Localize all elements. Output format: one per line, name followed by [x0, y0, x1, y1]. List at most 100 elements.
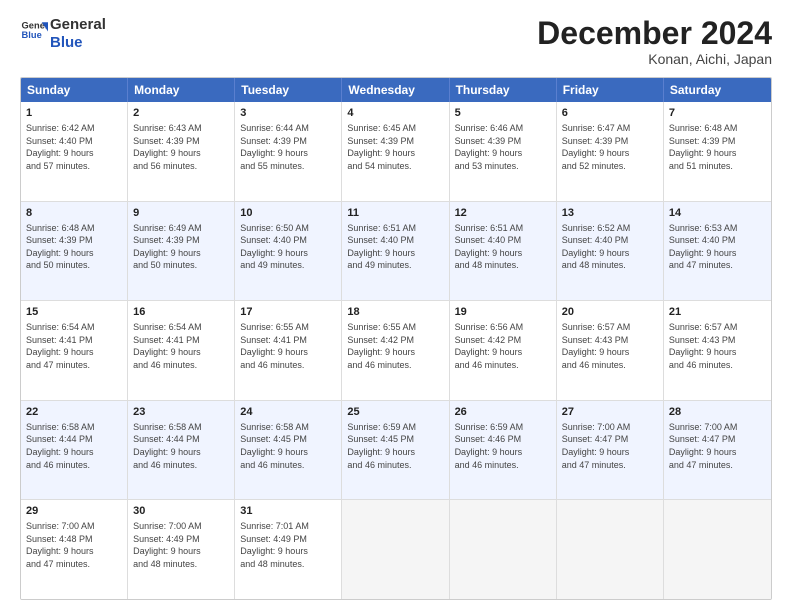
weekday-header: Tuesday: [235, 78, 342, 102]
day-info: Sunrise: 6:58 AM Sunset: 4:45 PM Dayligh…: [240, 421, 336, 471]
calendar-week-row: 8Sunrise: 6:48 AM Sunset: 4:39 PM Daylig…: [21, 201, 771, 301]
day-number: 3: [240, 106, 336, 121]
calendar-cell: 23Sunrise: 6:58 AM Sunset: 4:44 PM Dayli…: [128, 401, 235, 500]
calendar-cell: 20Sunrise: 6:57 AM Sunset: 4:43 PM Dayli…: [557, 301, 664, 400]
calendar-week-row: 22Sunrise: 6:58 AM Sunset: 4:44 PM Dayli…: [21, 400, 771, 500]
day-info: Sunrise: 7:00 AM Sunset: 4:47 PM Dayligh…: [669, 421, 766, 471]
day-number: 12: [455, 206, 551, 221]
calendar-cell: 16Sunrise: 6:54 AM Sunset: 4:41 PM Dayli…: [128, 301, 235, 400]
day-info: Sunrise: 6:48 AM Sunset: 4:39 PM Dayligh…: [669, 122, 766, 172]
weekday-header: Monday: [128, 78, 235, 102]
calendar-cell: 25Sunrise: 6:59 AM Sunset: 4:45 PM Dayli…: [342, 401, 449, 500]
day-number: 25: [347, 405, 443, 420]
day-number: 31: [240, 504, 336, 519]
calendar-title: December 2024: [537, 16, 772, 51]
calendar-cell: 8Sunrise: 6:48 AM Sunset: 4:39 PM Daylig…: [21, 202, 128, 301]
calendar-cell: 10Sunrise: 6:50 AM Sunset: 4:40 PM Dayli…: [235, 202, 342, 301]
day-info: Sunrise: 6:59 AM Sunset: 4:46 PM Dayligh…: [455, 421, 551, 471]
day-info: Sunrise: 6:42 AM Sunset: 4:40 PM Dayligh…: [26, 122, 122, 172]
calendar-cell: 24Sunrise: 6:58 AM Sunset: 4:45 PM Dayli…: [235, 401, 342, 500]
day-number: 1: [26, 106, 122, 121]
calendar-week-row: 29Sunrise: 7:00 AM Sunset: 4:48 PM Dayli…: [21, 499, 771, 599]
calendar-cell: 27Sunrise: 7:00 AM Sunset: 4:47 PM Dayli…: [557, 401, 664, 500]
logo-line2: Blue: [50, 34, 106, 52]
calendar-cell: 30Sunrise: 7:00 AM Sunset: 4:49 PM Dayli…: [128, 500, 235, 599]
calendar-cell: 21Sunrise: 6:57 AM Sunset: 4:43 PM Dayli…: [664, 301, 771, 400]
calendar-cell: 26Sunrise: 6:59 AM Sunset: 4:46 PM Dayli…: [450, 401, 557, 500]
day-number: 17: [240, 305, 336, 320]
calendar-cell: 19Sunrise: 6:56 AM Sunset: 4:42 PM Dayli…: [450, 301, 557, 400]
calendar-cell: 17Sunrise: 6:55 AM Sunset: 4:41 PM Dayli…: [235, 301, 342, 400]
day-info: Sunrise: 6:44 AM Sunset: 4:39 PM Dayligh…: [240, 122, 336, 172]
day-number: 9: [133, 206, 229, 221]
day-info: Sunrise: 6:48 AM Sunset: 4:39 PM Dayligh…: [26, 222, 122, 272]
day-number: 22: [26, 405, 122, 420]
calendar-cell: 5Sunrise: 6:46 AM Sunset: 4:39 PM Daylig…: [450, 102, 557, 201]
calendar-cell: 28Sunrise: 7:00 AM Sunset: 4:47 PM Dayli…: [664, 401, 771, 500]
day-number: 23: [133, 405, 229, 420]
svg-text:Blue: Blue: [22, 30, 42, 40]
weekday-header: Thursday: [450, 78, 557, 102]
day-number: 24: [240, 405, 336, 420]
day-number: 28: [669, 405, 766, 420]
day-info: Sunrise: 6:55 AM Sunset: 4:41 PM Dayligh…: [240, 321, 336, 371]
day-info: Sunrise: 7:00 AM Sunset: 4:49 PM Dayligh…: [133, 520, 229, 570]
calendar-header: SundayMondayTuesdayWednesdayThursdayFrid…: [21, 78, 771, 102]
calendar-cell: 9Sunrise: 6:49 AM Sunset: 4:39 PM Daylig…: [128, 202, 235, 301]
calendar-cell: 7Sunrise: 6:48 AM Sunset: 4:39 PM Daylig…: [664, 102, 771, 201]
day-number: 8: [26, 206, 122, 221]
day-info: Sunrise: 6:58 AM Sunset: 4:44 PM Dayligh…: [133, 421, 229, 471]
weekday-header: Wednesday: [342, 78, 449, 102]
day-info: Sunrise: 6:59 AM Sunset: 4:45 PM Dayligh…: [347, 421, 443, 471]
calendar-cell: 4Sunrise: 6:45 AM Sunset: 4:39 PM Daylig…: [342, 102, 449, 201]
calendar-cell: 15Sunrise: 6:54 AM Sunset: 4:41 PM Dayli…: [21, 301, 128, 400]
day-info: Sunrise: 6:52 AM Sunset: 4:40 PM Dayligh…: [562, 222, 658, 272]
calendar-week-row: 1Sunrise: 6:42 AM Sunset: 4:40 PM Daylig…: [21, 102, 771, 201]
day-number: 10: [240, 206, 336, 221]
day-info: Sunrise: 7:01 AM Sunset: 4:49 PM Dayligh…: [240, 520, 336, 570]
calendar-cell: [664, 500, 771, 599]
calendar-cell: [557, 500, 664, 599]
calendar-cell: 3Sunrise: 6:44 AM Sunset: 4:39 PM Daylig…: [235, 102, 342, 201]
calendar-cell: 22Sunrise: 6:58 AM Sunset: 4:44 PM Dayli…: [21, 401, 128, 500]
calendar-cell: 12Sunrise: 6:51 AM Sunset: 4:40 PM Dayli…: [450, 202, 557, 301]
day-number: 16: [133, 305, 229, 320]
day-info: Sunrise: 6:43 AM Sunset: 4:39 PM Dayligh…: [133, 122, 229, 172]
day-info: Sunrise: 6:46 AM Sunset: 4:39 PM Dayligh…: [455, 122, 551, 172]
day-number: 21: [669, 305, 766, 320]
calendar-subtitle: Konan, Aichi, Japan: [537, 51, 772, 67]
day-number: 26: [455, 405, 551, 420]
day-number: 11: [347, 206, 443, 221]
day-info: Sunrise: 6:51 AM Sunset: 4:40 PM Dayligh…: [455, 222, 551, 272]
page: General Blue General Blue December 2024 …: [0, 0, 792, 612]
calendar-cell: 11Sunrise: 6:51 AM Sunset: 4:40 PM Dayli…: [342, 202, 449, 301]
logo-line1: General: [50, 16, 106, 34]
calendar-cell: 1Sunrise: 6:42 AM Sunset: 4:40 PM Daylig…: [21, 102, 128, 201]
day-info: Sunrise: 6:57 AM Sunset: 4:43 PM Dayligh…: [669, 321, 766, 371]
day-info: Sunrise: 6:56 AM Sunset: 4:42 PM Dayligh…: [455, 321, 551, 371]
day-info: Sunrise: 6:54 AM Sunset: 4:41 PM Dayligh…: [133, 321, 229, 371]
day-info: Sunrise: 6:58 AM Sunset: 4:44 PM Dayligh…: [26, 421, 122, 471]
logo: General Blue General Blue: [20, 16, 106, 52]
calendar-cell: 18Sunrise: 6:55 AM Sunset: 4:42 PM Dayli…: [342, 301, 449, 400]
day-info: Sunrise: 7:00 AM Sunset: 4:48 PM Dayligh…: [26, 520, 122, 570]
day-info: Sunrise: 6:55 AM Sunset: 4:42 PM Dayligh…: [347, 321, 443, 371]
day-number: 29: [26, 504, 122, 519]
day-number: 19: [455, 305, 551, 320]
calendar-cell: 29Sunrise: 7:00 AM Sunset: 4:48 PM Dayli…: [21, 500, 128, 599]
calendar-body: 1Sunrise: 6:42 AM Sunset: 4:40 PM Daylig…: [21, 102, 771, 599]
day-info: Sunrise: 6:47 AM Sunset: 4:39 PM Dayligh…: [562, 122, 658, 172]
day-info: Sunrise: 6:50 AM Sunset: 4:40 PM Dayligh…: [240, 222, 336, 272]
weekday-header: Friday: [557, 78, 664, 102]
calendar-cell: 14Sunrise: 6:53 AM Sunset: 4:40 PM Dayli…: [664, 202, 771, 301]
weekday-header: Saturday: [664, 78, 771, 102]
logo-icon: General Blue: [20, 16, 48, 44]
day-number: 18: [347, 305, 443, 320]
day-info: Sunrise: 6:45 AM Sunset: 4:39 PM Dayligh…: [347, 122, 443, 172]
calendar-cell: 13Sunrise: 6:52 AM Sunset: 4:40 PM Dayli…: [557, 202, 664, 301]
calendar: SundayMondayTuesdayWednesdayThursdayFrid…: [20, 77, 772, 600]
day-number: 7: [669, 106, 766, 121]
day-info: Sunrise: 6:51 AM Sunset: 4:40 PM Dayligh…: [347, 222, 443, 272]
day-number: 15: [26, 305, 122, 320]
header: General Blue General Blue December 2024 …: [20, 16, 772, 67]
